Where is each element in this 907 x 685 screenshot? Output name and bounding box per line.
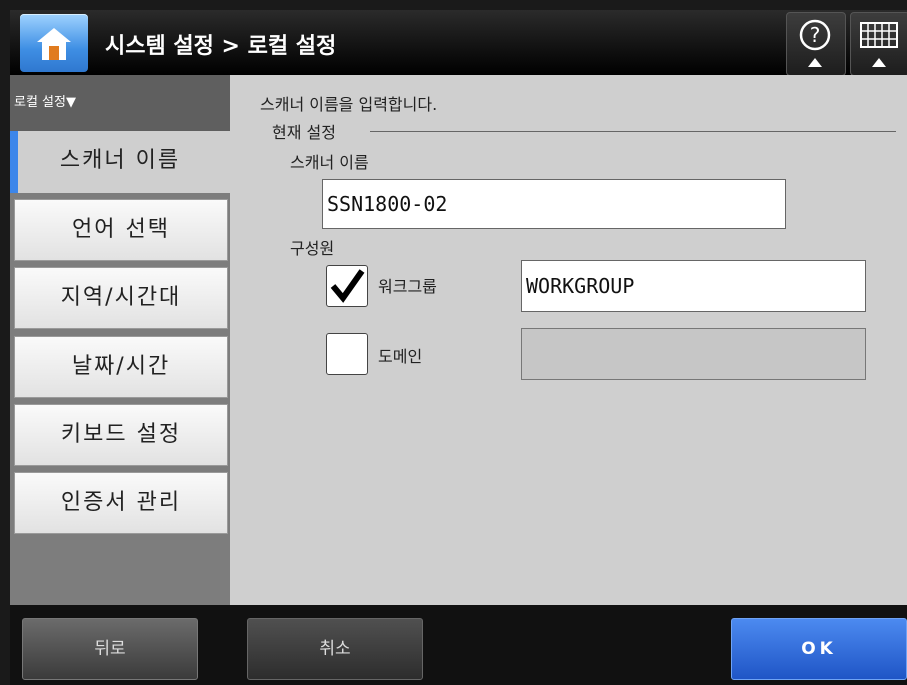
workgroup-label: 워크그룹 xyxy=(378,277,437,296)
sidebar-item-keyboard[interactable]: 키보드 설정 xyxy=(14,404,228,466)
member-label: 구성원 xyxy=(290,239,335,258)
back-button[interactable]: 뒤로 xyxy=(22,618,198,680)
section-divider xyxy=(370,131,896,132)
help-button[interactable]: ? xyxy=(786,12,846,76)
checkmark-icon xyxy=(330,269,365,303)
domain-checkbox[interactable] xyxy=(326,333,368,375)
domain-input xyxy=(521,328,866,380)
settings-panel: 스캐너 이름을 입력합니다. 현재 설정 스캐너 이름 구성원 워크그룹 도메인 xyxy=(230,75,907,605)
ok-button[interactable]: OK xyxy=(731,618,907,680)
keyboard-icon xyxy=(860,22,898,67)
scanner-name-label: 스캐너 이름 xyxy=(290,153,369,172)
keyboard-button[interactable] xyxy=(850,12,907,76)
page-title: 시스템 설정 > 로컬 설정 xyxy=(105,34,337,59)
sidebar-item-region-timezone[interactable]: 지역/시간대 xyxy=(14,267,228,329)
home-button[interactable] xyxy=(20,14,88,72)
sidebar-item-certificate[interactable]: 인증서 관리 xyxy=(14,472,228,534)
domain-label: 도메인 xyxy=(378,347,423,366)
help-icon: ? xyxy=(799,19,831,67)
sidebar-heading[interactable]: 로컬 설정▼ xyxy=(10,75,230,131)
section-label: 현재 설정 xyxy=(272,119,342,143)
workgroup-checkbox[interactable] xyxy=(326,265,368,307)
svg-text:?: ? xyxy=(810,23,821,47)
cancel-button[interactable]: 취소 xyxy=(247,618,423,680)
sidebar-item-date-time[interactable]: 날짜/시간 xyxy=(14,336,228,398)
home-icon xyxy=(37,28,71,60)
sidebar-item-language[interactable]: 언어 선택 xyxy=(14,199,228,261)
top-bar: 시스템 설정 > 로컬 설정 ? xyxy=(10,10,907,76)
instruction-text: 스캐너 이름을 입력합니다. xyxy=(260,95,438,114)
workgroup-input[interactable] xyxy=(521,260,866,312)
sidebar-item-scanner-name[interactable]: 스캐너 이름 xyxy=(10,131,230,193)
footer-bar: 뒤로 취소 OK xyxy=(10,605,907,685)
sidebar: 로컬 설정▼ 스캐너 이름 언어 선택 지역/시간대 날짜/시간 키보드 설정 … xyxy=(10,75,230,605)
scanner-name-input[interactable] xyxy=(322,179,786,229)
